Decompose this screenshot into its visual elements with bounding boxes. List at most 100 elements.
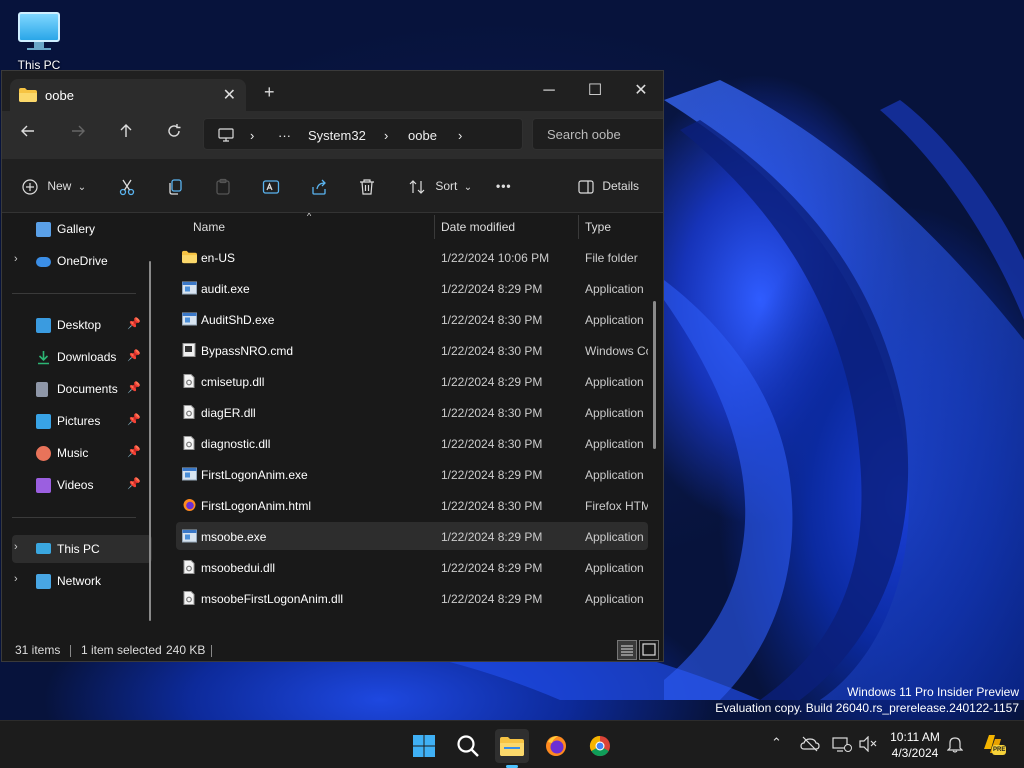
nav-scrollbar[interactable] (149, 261, 151, 621)
nav-item-label: Network (57, 574, 102, 588)
close-button[interactable]: ✕ (618, 77, 663, 105)
chrome-icon (589, 735, 610, 757)
show-hidden-icons-button[interactable]: ⌃ (771, 735, 782, 751)
column-header-date[interactable]: Date modified (441, 220, 515, 234)
onedrive-offline-icon[interactable] (800, 736, 820, 755)
chevron-right-icon[interactable]: › (14, 573, 18, 585)
table-row[interactable]: msoobeFirstLogonAnim.dll 1/22/2024 8:29 P… (176, 584, 648, 612)
details-view-button[interactable] (617, 640, 637, 660)
delete-button[interactable] (358, 174, 376, 198)
new-tab-button[interactable]: + (264, 83, 275, 101)
nav-item-label: OneDrive (57, 254, 108, 268)
pin-icon: 📌 (127, 478, 141, 490)
taskbar-firefox[interactable] (539, 729, 573, 763)
vertical-scrollbar[interactable] (653, 301, 656, 449)
paste-button[interactable] (214, 174, 232, 198)
taskbar-chrome[interactable] (583, 729, 617, 763)
forward-button[interactable] (66, 123, 90, 147)
nav-item-documents[interactable]: Documents 📌 (12, 375, 152, 403)
table-row[interactable]: en-US 1/22/2024 10:06 PM File folder (176, 243, 648, 271)
copilot-pre-icon[interactable]: PRE (980, 731, 1006, 760)
chevron-right-icon[interactable]: › (14, 253, 18, 265)
file-name: diagnostic.dll (201, 437, 271, 451)
table-row[interactable]: AuditShD.exe 1/22/2024 8:30 PM Application (176, 305, 648, 333)
nav-item-gallery[interactable]: Gallery (12, 215, 152, 243)
table-row[interactable]: FirstLogonAnim.exe 1/22/2024 8:29 PM Appli… (176, 460, 648, 488)
nav-item-music[interactable]: Music 📌 (12, 439, 152, 467)
details-pane-icon (578, 180, 594, 194)
refresh-button[interactable] (162, 123, 186, 147)
pin-icon: 📌 (127, 350, 141, 362)
refresh-icon (168, 124, 181, 137)
nav-item-pictures[interactable]: Pictures 📌 (12, 407, 152, 435)
start-button[interactable] (407, 729, 441, 763)
column-header-name[interactable]: Name (193, 220, 225, 234)
more-options-button[interactable]: ••• (496, 174, 512, 198)
rename-button[interactable] (262, 174, 280, 198)
desktop-icon-this-pc[interactable]: This PC (10, 8, 68, 72)
file-name: FirstLogonAnim.exe (201, 468, 308, 482)
file-name: cmisetup.dll (201, 375, 265, 389)
computer-icon (36, 543, 51, 554)
tab-title: oobe (45, 88, 74, 103)
nav-item-desktop[interactable]: Desktop 📌 (12, 311, 152, 339)
taskbar-file-explorer[interactable] (495, 729, 529, 768)
pin-icon: 📌 (127, 318, 141, 330)
cloud-icon (36, 257, 51, 267)
chevron-down-icon: ⌄ (463, 182, 473, 193)
taskbar: ⌃ 10:11 AM 4/3/2024 PRE (0, 720, 1024, 768)
breadcrumb-separator: › (384, 128, 389, 143)
windows-logo-icon (413, 735, 435, 757)
search-button[interactable] (451, 729, 485, 763)
nav-item-videos[interactable]: Videos 📌 (12, 471, 152, 499)
table-row[interactable]: FirstLogonAnim.html 1/22/2024 8:30 PM Fire… (176, 491, 648, 519)
table-row[interactable]: cmisetup.dll 1/22/2024 8:29 PM Application (176, 367, 648, 395)
table-row[interactable]: msoobedui.dll 1/22/2024 8:29 PM Applicatio… (176, 553, 648, 581)
table-row[interactable]: msoobe.exe 1/22/2024 8:29 PM Application (176, 522, 648, 550)
tab-oobe[interactable]: oobe ✕ (10, 79, 246, 111)
copy-button[interactable] (166, 174, 184, 198)
gallery-icon (36, 222, 51, 237)
system-clock[interactable]: 10:11 AM 4/3/2024 (882, 729, 948, 761)
table-row[interactable]: BypassNRO.cmd 1/22/2024 8:30 PM Windows Co (176, 336, 648, 364)
breadcrumb-oobe[interactable]: oobe (408, 128, 437, 143)
nav-item-this-pc[interactable]: › This PC (12, 535, 152, 563)
share-icon (312, 179, 326, 195)
monitor-icon (18, 12, 60, 42)
details-button[interactable]: Details (578, 174, 639, 198)
volume-muted-icon[interactable] (858, 735, 878, 755)
document-icon (36, 382, 48, 397)
new-label: New (47, 179, 72, 193)
bell-icon[interactable] (946, 735, 964, 756)
share-button[interactable] (310, 174, 328, 198)
cut-button[interactable] (118, 174, 136, 198)
network-status-icon[interactable] (832, 736, 852, 755)
table-row[interactable]: diagnostic.dll 1/22/2024 8:30 PM Applicati… (176, 429, 648, 457)
nav-item-downloads[interactable]: Downloads 📌 (12, 343, 152, 371)
divider (12, 517, 136, 518)
chevron-right-icon[interactable]: › (14, 541, 18, 553)
table-row[interactable]: audit.exe 1/22/2024 8:29 PM Application (176, 274, 648, 302)
table-row[interactable]: diagER.dll 1/22/2024 8:30 PM Application (176, 398, 648, 426)
file-name: BypassNRO.cmd (201, 344, 294, 358)
nav-item-onedrive[interactable]: › OneDrive (12, 247, 152, 275)
new-button[interactable]: New ⌄ (22, 174, 86, 198)
sort-button[interactable]: Sort ⌄ (408, 174, 472, 198)
up-button[interactable] (114, 123, 138, 147)
minimize-button[interactable]: ─ (526, 77, 572, 105)
tab-close-icon[interactable]: ✕ (223, 85, 236, 105)
breadcrumb-system32[interactable]: System32 (308, 128, 366, 143)
back-button[interactable] (16, 123, 40, 147)
column-header-type[interactable]: Type (585, 220, 611, 234)
folder-icon (19, 88, 37, 102)
music-icon (36, 446, 51, 461)
nav-item-network[interactable]: › Network (12, 567, 152, 595)
file-explorer-window: oobe ✕ + ─ ☐ ✕ › ··· System32 › oobe › S… (1, 70, 664, 662)
arrow-right-icon (72, 125, 85, 137)
breadcrumb-ellipsis[interactable]: ··· (278, 128, 291, 143)
maximize-button[interactable]: ☐ (572, 77, 618, 105)
large-icons-view-button[interactable] (639, 640, 659, 660)
search-input[interactable]: Search oobe (532, 118, 663, 150)
breadcrumb[interactable]: › ··· System32 › oobe › (203, 118, 523, 150)
trash-icon (360, 179, 374, 195)
